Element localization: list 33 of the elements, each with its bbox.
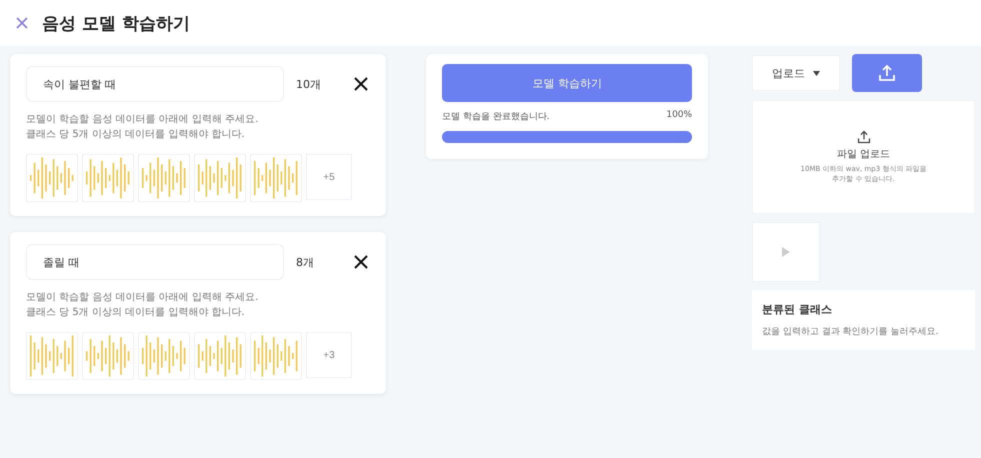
upload-icon — [878, 64, 896, 82]
close-icon[interactable] — [16, 17, 28, 29]
upload-title: 파일 업로드 — [836, 148, 890, 161]
waveform-thumbnail[interactable] — [26, 332, 78, 380]
waveform-thumbnail[interactable] — [26, 154, 78, 202]
result-hint: 값을 입력하고 결과 확인하기를 눌러주세요. — [762, 326, 940, 338]
result-title: 분류된 클래스 — [762, 302, 833, 317]
waveform-thumbnail[interactable] — [138, 154, 190, 202]
upload-button[interactable] — [852, 54, 922, 92]
more-samples-button[interactable]: +5 — [306, 154, 352, 200]
train-model-button[interactable]: 모델 학습하기 — [442, 64, 692, 102]
waveform-thumbnail[interactable] — [82, 154, 134, 202]
sample-count: 8개 — [296, 254, 315, 270]
waveform-thumbnail[interactable] — [82, 332, 134, 380]
play-button[interactable] — [752, 222, 820, 282]
caret-icon — [813, 70, 820, 76]
waveform-thumbnail[interactable] — [250, 154, 302, 202]
waveform-thumbnail[interactable] — [194, 154, 246, 202]
mode-dropdown[interactable]: 업로드 — [752, 55, 840, 91]
class-name-field[interactable]: 졸릴 때 — [26, 244, 284, 280]
class-description: 모델이 학습할 음성 데이터를 아래에 입력해 주세요. 클래스 당 5개 이상의 데이터를 입력해야 합니다. — [26, 291, 260, 320]
training-percent: 100% — [666, 110, 692, 122]
waveform-thumbnail[interactable] — [194, 332, 246, 380]
upload-icon — [856, 130, 871, 144]
class-description: 모델이 학습할 음성 데이터를 아래에 입력해 주세요. 클래스 당 5개 이상의 데이터를 입력해야 합니다. — [26, 113, 260, 142]
more-samples-button[interactable]: +3 — [306, 332, 352, 378]
training-status: 모델 학습을 완료했습니다. — [442, 111, 550, 123]
play-icon — [782, 247, 790, 257]
class-name-field[interactable]: 속이 불편할 때 — [26, 66, 284, 102]
page-title: 음성 모델 학습하기 — [42, 12, 190, 34]
waveform-thumbnail[interactable] — [138, 332, 190, 380]
sample-count: 10개 — [296, 76, 322, 92]
waveform-thumbnail[interactable] — [250, 332, 302, 380]
